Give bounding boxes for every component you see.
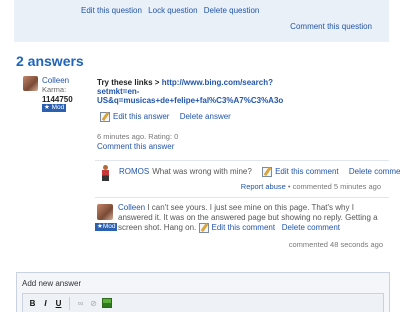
answer-author-card: Colleen Karma: 1144750 ★ Mod — [23, 76, 73, 112]
karma-label: Karma: — [42, 85, 67, 94]
comment-body: Colleen I can't see yours. I just see mi… — [118, 203, 386, 233]
report-abuse-link[interactable]: Report abuse — [241, 182, 286, 191]
comment-author[interactable]: ROMOS — [119, 167, 149, 176]
edit-comment-link[interactable]: Edit this comment — [212, 223, 276, 232]
user-figure-icon — [98, 165, 112, 183]
delete-comment-link[interactable]: Delete comment — [282, 223, 340, 232]
comment-author[interactable]: Colleen — [118, 203, 145, 212]
answer-meta: 6 minutes ago. Rating: 0 — [97, 132, 179, 141]
question-actions: Edit this question Lock question Delete … — [81, 6, 263, 15]
comment-item: ROMOS What was wrong with mine? Edit this… — [95, 160, 400, 194]
edit-icon[interactable] — [262, 167, 273, 177]
bold-button[interactable]: B — [27, 298, 38, 309]
toolbar-divider — [69, 297, 70, 310]
answer-actions: Edit this answer Delete answer — [100, 112, 231, 122]
edit-answer-link[interactable]: Edit this answer — [113, 112, 169, 121]
link-icon[interactable]: ∞ — [75, 298, 86, 309]
editor-toolbar: B I U ∞ ⊘ — [22, 293, 384, 312]
edit-question-link[interactable]: Edit this question — [81, 6, 142, 15]
answer-body: Try these links > http://www.bing.com/se… — [97, 78, 312, 105]
avatar[interactable] — [23, 76, 38, 91]
italic-button[interactable]: I — [40, 298, 51, 309]
lock-question-link[interactable]: Lock question — [148, 6, 197, 15]
avatar[interactable] — [97, 204, 113, 220]
edit-icon[interactable] — [100, 112, 110, 122]
delete-answer-link[interactable]: Delete answer — [180, 112, 231, 121]
edit-icon[interactable] — [198, 223, 209, 233]
comment-question-link[interactable]: Comment this question — [290, 22, 372, 31]
mod-badge: ★Mod — [95, 223, 118, 231]
comment-text: What was wrong with mine? — [152, 167, 252, 177]
comment-timestamp: commented 48 seconds ago — [288, 240, 383, 249]
mod-badge: ★ Mod — [42, 104, 67, 112]
comment-line: ROMOS What was wrong with mine? Edit this… — [119, 167, 400, 177]
answer-lead-text: Try these links > — [97, 78, 162, 87]
underline-button[interactable]: U — [53, 298, 64, 309]
add-answer-panel: Add new answer B I U ∞ ⊘ — [16, 272, 390, 312]
add-answer-header: Add new answer — [22, 279, 82, 288]
delete-question-link[interactable]: Delete question — [204, 6, 260, 15]
comment-timestamp: • commented 5 minutes ago — [285, 182, 381, 191]
delete-comment-link[interactable]: Delete comment — [349, 167, 400, 176]
author-name[interactable]: Colleen — [42, 76, 69, 85]
karma-points: 1144750 — [42, 95, 73, 104]
insert-image-icon[interactable] — [102, 298, 112, 308]
unlink-icon[interactable]: ⊘ — [88, 298, 99, 309]
comment-answer-link[interactable]: Comment this answer — [97, 142, 174, 151]
comment-meta: Report abuse • commented 5 minutes ago — [241, 182, 381, 191]
question-action-bar: Edit this question Lock question Delete … — [14, 0, 389, 42]
comment-item: ★Mod Colleen I can't see yours. I just s… — [95, 197, 389, 252]
answers-count-heading: 2 answers — [16, 53, 84, 69]
edit-comment-link[interactable]: Edit this comment — [275, 167, 339, 176]
